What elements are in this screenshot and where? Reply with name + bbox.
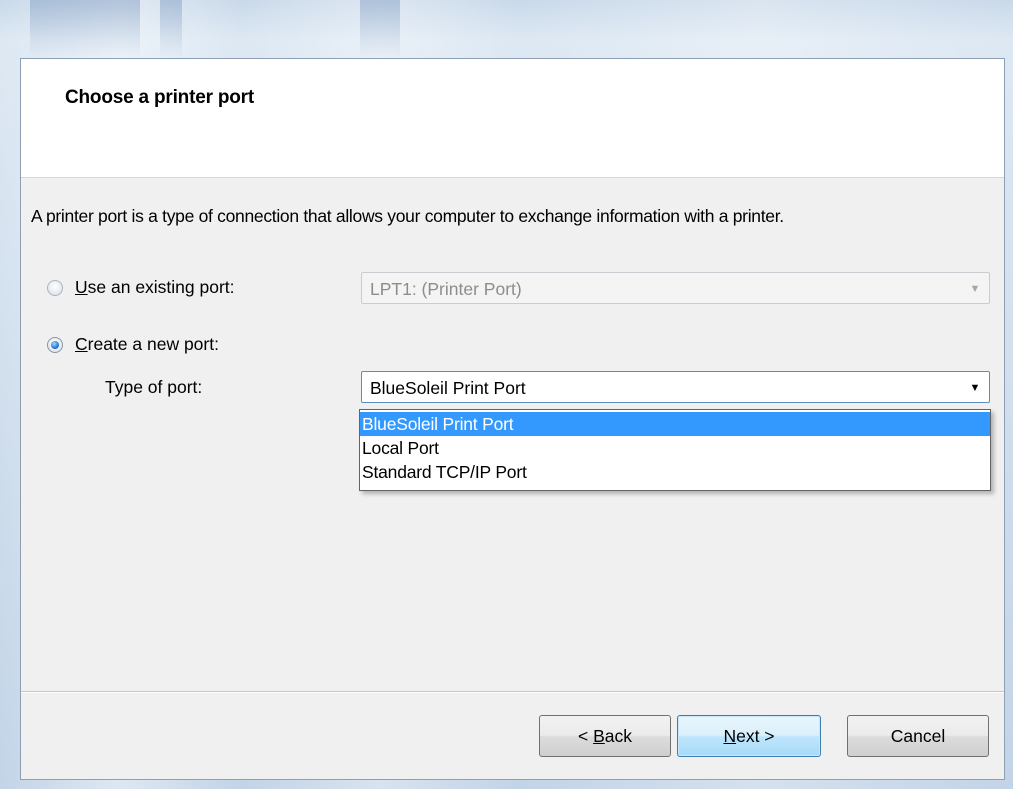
back-button-text: ack — [604, 726, 632, 746]
next-button-text: ext > — [736, 726, 775, 746]
new-port-label[interactable]: Create a new port: — [75, 334, 219, 355]
new-port-label-text: reate a new port: — [87, 334, 219, 354]
existing-port-combobox[interactable]: LPT1: (Printer Port) ▼ — [361, 272, 990, 304]
chevron-down-icon: ▼ — [969, 283, 981, 295]
back-button[interactable]: < Back — [539, 715, 671, 757]
wizard-header: Choose a printer port — [21, 59, 1004, 178]
page-title: Choose a printer port — [65, 87, 254, 108]
new-port-label-mnemonic: C — [75, 334, 88, 354]
port-type-value: BlueSoleil Print Port — [370, 378, 526, 398]
back-button-mnemonic: B — [593, 726, 605, 746]
radio-selected-dot — [51, 341, 59, 349]
frame-glass-streak — [30, 0, 140, 58]
dropdown-option-local-port[interactable]: Local Port — [360, 436, 990, 460]
existing-port-radio[interactable] — [47, 280, 63, 296]
frame-glass-streak — [160, 0, 182, 58]
type-of-port-label: Type of port: — [105, 377, 203, 397]
existing-port-label-mnemonic: U — [75, 277, 88, 297]
wizard-client-area: Choose a printer port A printer port is … — [20, 58, 1005, 780]
next-button-mnemonic: N — [723, 726, 737, 746]
back-button-prefix: < — [577, 726, 594, 746]
existing-port-label[interactable]: Use an existing port: — [75, 277, 235, 298]
description-text: A printer port is a type of connection t… — [31, 206, 784, 226]
dropdown-option-standard-tcpip[interactable]: Standard TCP/IP Port — [360, 460, 990, 484]
next-button[interactable]: Next > — [677, 715, 821, 757]
port-type-dropdown-list: BlueSoleil Print Port Local Port Standar… — [359, 409, 991, 491]
cancel-button[interactable]: Cancel — [847, 715, 989, 757]
existing-port-label-text: se an existing port: — [87, 277, 235, 297]
frame-glass-streak — [360, 0, 400, 58]
footer-separator — [21, 691, 1004, 693]
port-type-combobox[interactable]: BlueSoleil Print Port ▼ — [361, 371, 990, 403]
existing-port-value: LPT1: (Printer Port) — [370, 279, 522, 299]
dropdown-option-bluesoleil[interactable]: BlueSoleil Print Port — [360, 412, 990, 436]
new-port-radio[interactable] — [47, 337, 63, 353]
chevron-down-icon[interactable]: ▼ — [968, 381, 982, 395]
